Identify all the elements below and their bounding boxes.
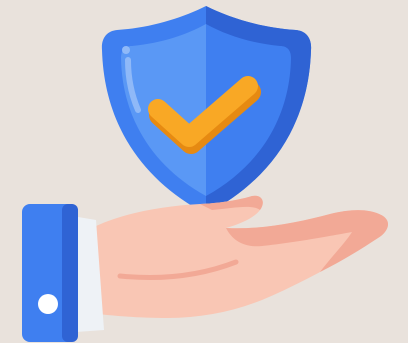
sleeve-shade — [62, 204, 78, 342]
hand-holding-shield-icon — [22, 6, 389, 342]
cuff-button-icon — [38, 294, 58, 314]
illustration-canvas — [0, 0, 408, 343]
sleeve-cuff-icon — [22, 204, 104, 342]
open-hand-icon — [92, 195, 389, 318]
shield-gloss-dot — [122, 46, 130, 54]
